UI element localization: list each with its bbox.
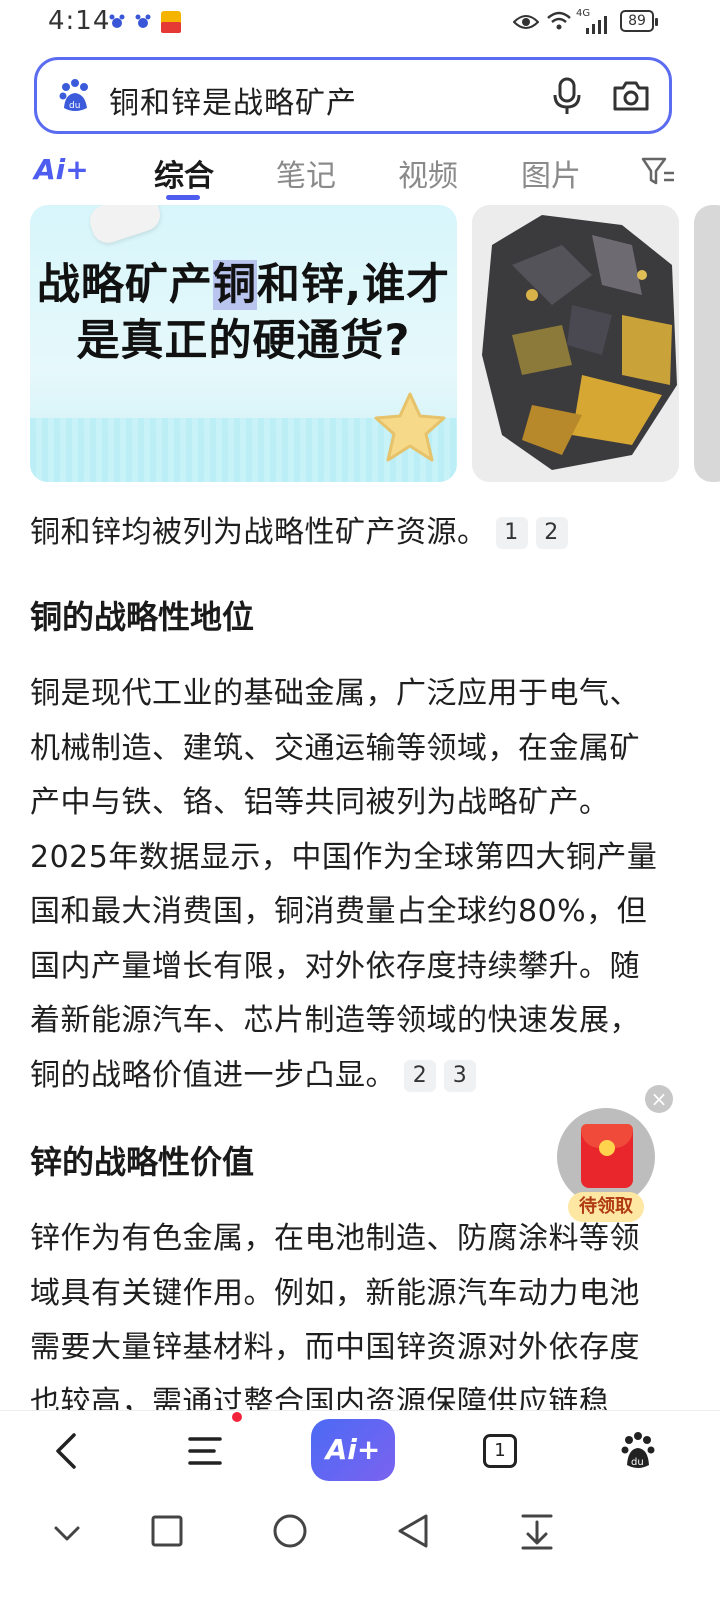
search-bar[interactable]: du 铜和锌是战略矿产 [34,57,672,134]
result-image-title-card[interactable]: 战略矿产铜和锌,谁才 是真正的硬通货? [30,205,457,482]
red-envelope-icon [581,1124,633,1188]
section-text-copper: 铜是现代工业的基础金属，广泛应用于电气、机械制造、建筑、交通运输等领域，在金属矿… [30,676,658,1093]
star-decoration [374,392,446,462]
home-circle-icon[interactable] [272,1512,308,1550]
tab-notes[interactable]: 笔记 [276,151,336,195]
camera-icon[interactable] [611,76,651,116]
section-heading-zinc: 锌的战略性价值 [30,1143,255,1181]
search-tabs: Ai+ 综合 笔记 视频 图片 [0,145,720,203]
citation-badge[interactable]: 2 [535,517,568,549]
signal-icon [586,16,607,34]
answer-summary: 铜和锌均被列为战略性矿产资源。 1 2 [30,506,670,561]
tab-ai[interactable]: Ai+ [34,153,89,186]
battery-indicator: 89 [620,10,658,32]
active-tab-indicator [166,195,200,200]
notification-dot [232,1412,242,1422]
microphone-icon[interactable] [549,76,585,116]
tab-images[interactable]: 图片 [521,151,581,195]
wifi-icon [547,11,571,30]
section-heading-copper: 铜的战略性地位 [30,598,255,636]
image-title-text: 战略矿产铜和锌,谁才 是真正的硬通货? [36,260,451,366]
filter-icon[interactable] [640,155,676,189]
back-icon[interactable] [48,1431,84,1471]
baidu-paw-icon[interactable]: du [57,78,93,114]
download-drawer-icon[interactable] [520,1512,554,1550]
baidu-notification-icon [109,14,125,28]
tab-comprehensive[interactable]: 综合 [154,151,214,195]
app-notification-icon [161,11,181,33]
citation-badge[interactable]: 2 [404,1059,436,1092]
eye-icon [513,15,539,29]
ai-assistant-button[interactable]: Ai+ [311,1419,395,1481]
section-text-zinc: 锌作为有色金属，在电池制造、防腐涂料等领域具有关键作用。例如，新能源汽车动力电池… [30,1221,640,1410]
back-triangle-icon[interactable] [396,1512,430,1550]
recents-square-icon[interactable] [150,1514,184,1548]
floating-close-button[interactable]: × [645,1085,673,1113]
result-image-ore[interactable] [472,205,679,482]
status-bar: 4:14 4G 89 [0,0,720,44]
tab-count-button[interactable]: 1 [483,1434,517,1468]
search-query[interactable]: 铜和锌是战略矿产 [109,78,357,122]
chevron-down-icon[interactable] [52,1518,82,1548]
bottle-decoration [85,205,165,247]
citation-badge[interactable]: 1 [495,517,528,549]
baidu-notification-icon-2 [135,14,151,28]
baidu-home-icon[interactable]: du [620,1431,656,1471]
svg-text:du: du [631,1457,644,1468]
citation-badge[interactable]: 3 [444,1059,476,1092]
tab-videos[interactable]: 视频 [398,151,458,195]
menu-icon[interactable] [186,1433,224,1469]
red-envelope-label[interactable]: 待领取 [568,1192,644,1222]
system-navigation [0,1502,720,1600]
ore-image [472,205,679,482]
svg-text:du: du [69,101,80,111]
result-image-partial[interactable] [694,205,720,482]
status-time: 4:14 [48,6,111,36]
